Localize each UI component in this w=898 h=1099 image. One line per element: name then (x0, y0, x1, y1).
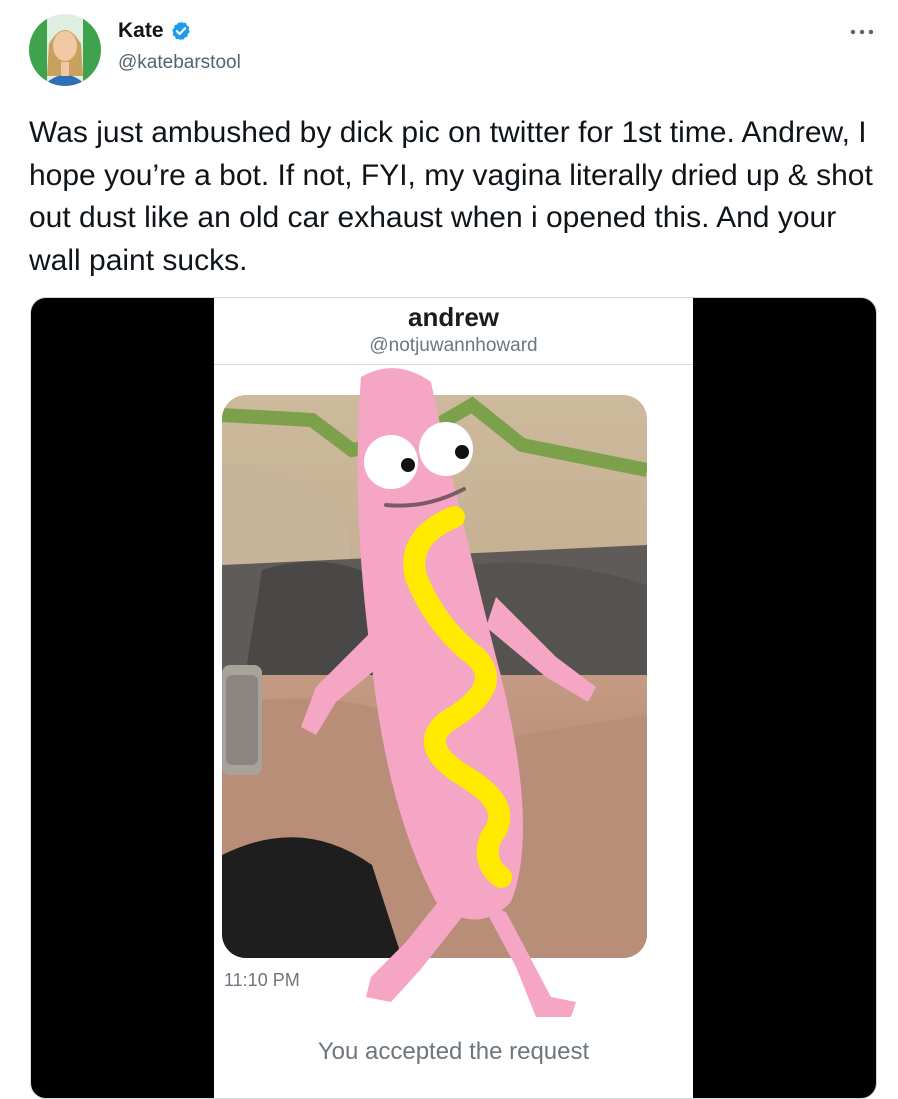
hotdog-sticker-icon (301, 368, 596, 1017)
dm-contact-handle: @notjuwannhoward (369, 335, 538, 356)
author-name[interactable]: Kate (118, 19, 164, 43)
avatar[interactable] (29, 14, 101, 86)
avatar-image (29, 14, 101, 86)
author-name-row[interactable]: Kate (118, 19, 192, 43)
dm-contact-name: andrew (407, 302, 500, 332)
author-handle[interactable]: @katebarstool (118, 52, 241, 74)
tweet-text: Was just ambushed by dick pic on twitter… (29, 116, 873, 277)
verified-badge-icon (171, 21, 190, 41)
more-horizontal-icon (850, 29, 874, 35)
more-options-button[interactable] (847, 20, 877, 44)
